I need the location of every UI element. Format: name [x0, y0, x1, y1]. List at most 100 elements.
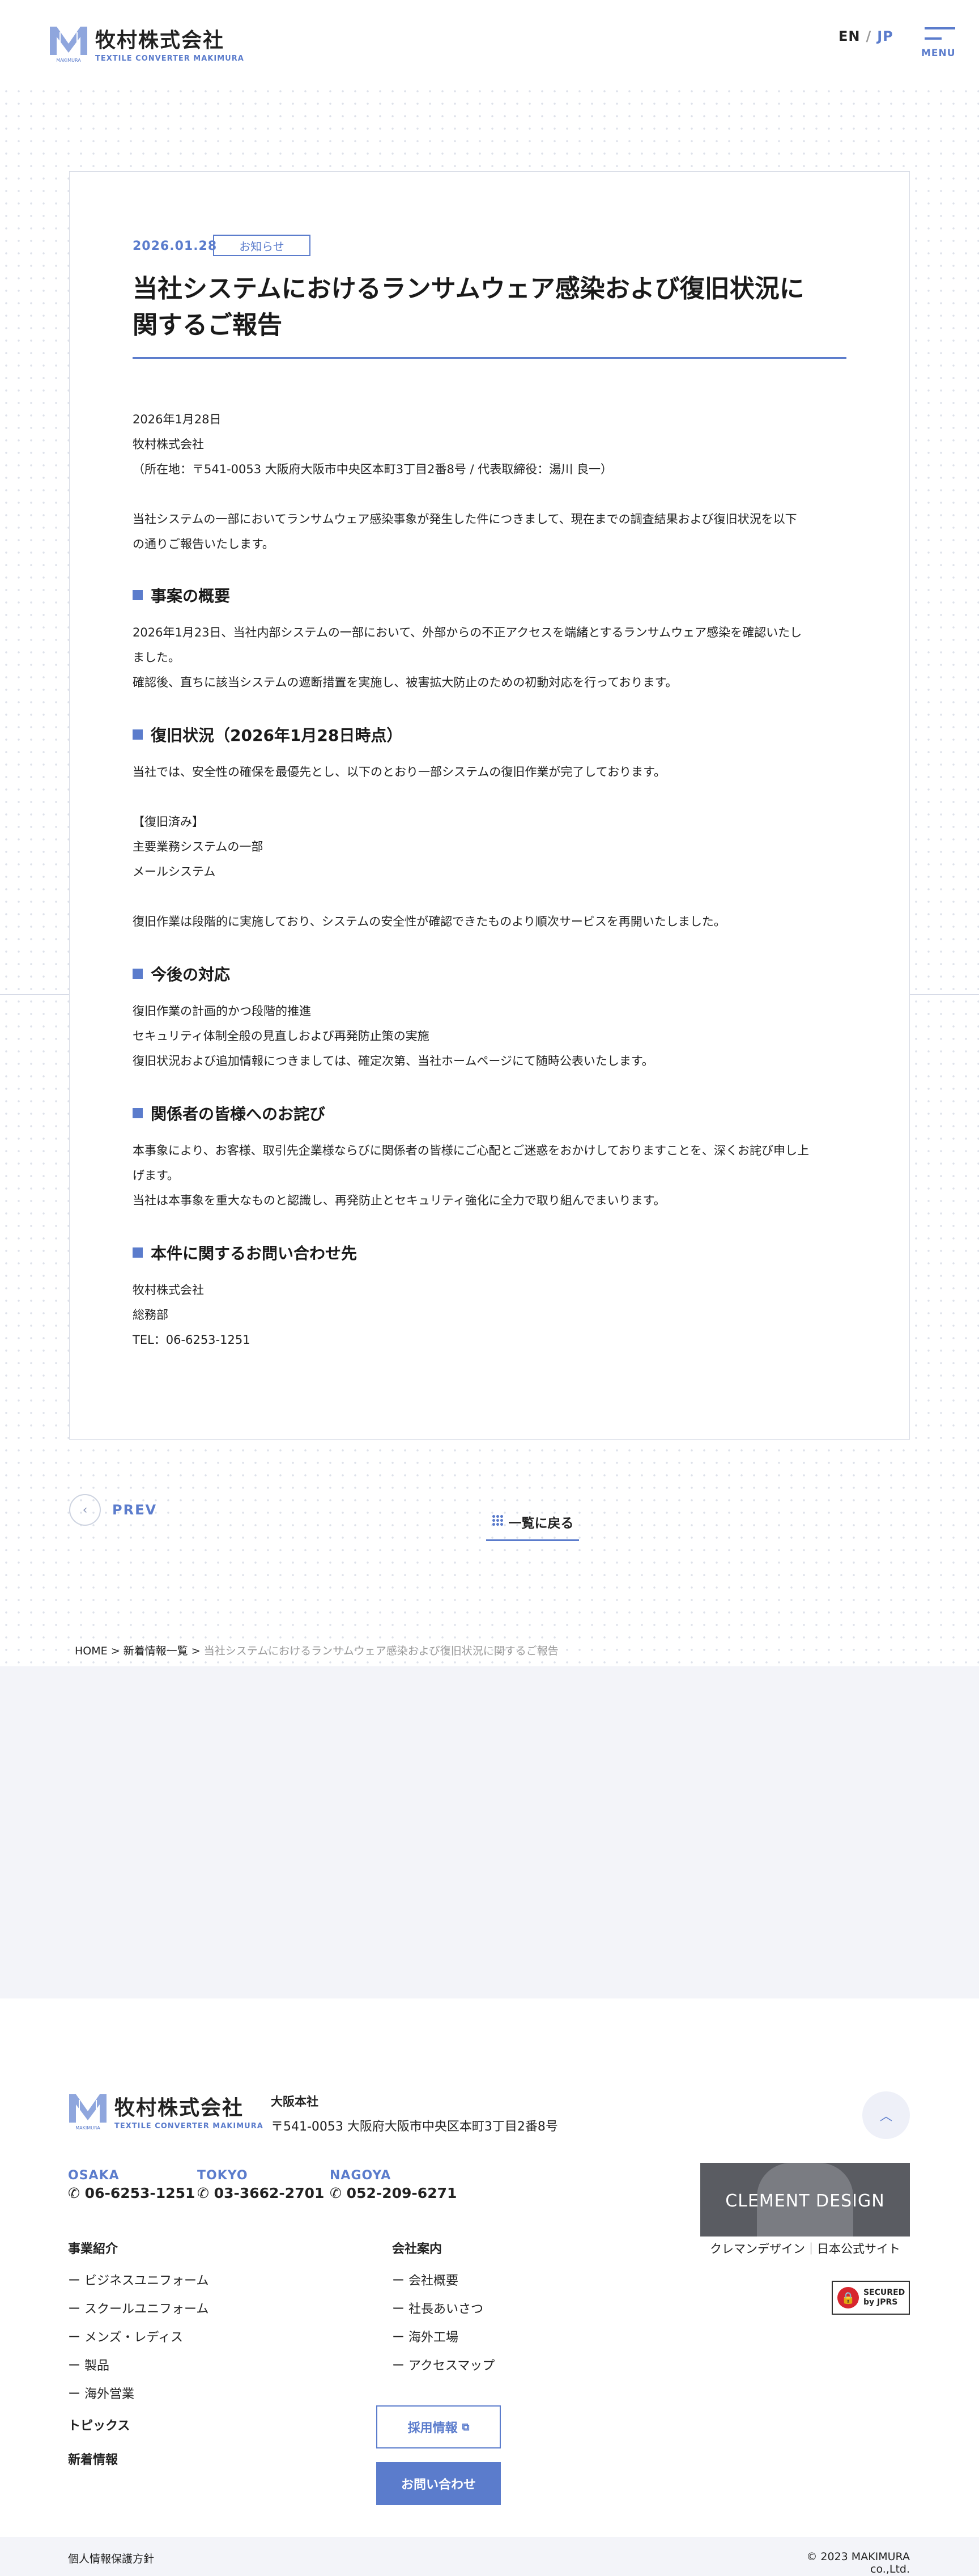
footer-company-heading[interactable]: 会社案内 — [392, 2239, 442, 2257]
text-line: メールシステム — [133, 865, 216, 879]
office-tokyo: TOKYO ✆ 03-3662-2701 — [197, 2168, 324, 2201]
text-line: 総務部 — [133, 1308, 168, 1322]
phone-number: 03-3662-2701 — [214, 2185, 325, 2201]
lang-en-link[interactable]: EN — [838, 28, 860, 44]
phone-icon: ✆ — [68, 2185, 80, 2201]
clement-design-banner[interactable]: CLEMENT DESIGN — [700, 2163, 910, 2237]
back-to-top-button[interactable]: ︿ — [862, 2091, 910, 2139]
logo-mark-text: MAKIMURA — [56, 58, 81, 63]
footer-link[interactable]: ー アクセスマップ — [392, 2356, 495, 2374]
footer-topics-link[interactable]: トピックス — [68, 2416, 130, 2434]
footer-link[interactable]: ー ビジネスユニフォーム — [68, 2271, 208, 2289]
menu-icon-line — [925, 37, 942, 40]
phone-icon: ✆ — [330, 2185, 342, 2201]
recruit-label: 採用情報 — [407, 2421, 458, 2435]
article-title-line: 当社システムにおけるランサムウェア感染および復旧状況に — [133, 274, 805, 303]
city-name: TOKYO — [197, 2168, 248, 2183]
article-title-line: 関するご報告 — [133, 311, 282, 339]
site-header: MAKIMURA 牧村株式会社 TEXTILE CONVERTER MAKIMU… — [0, 0, 979, 85]
footer-link[interactable]: ー メンズ・レディス — [68, 2327, 183, 2345]
footer-link[interactable]: ー 製品 — [68, 2356, 109, 2374]
text-line: TEL：06-6253-1251 — [133, 1333, 250, 1347]
privacy-policy-link[interactable]: 個人情報保護方針 — [68, 2550, 154, 2566]
issue-date: 2026年1月28日 — [133, 413, 222, 426]
apology-paragraph: 本事象により、お客様、取引先企業様ならびに関係者の皆様にご心配とご迷惑をおかけし… — [133, 1138, 846, 1213]
text-line: 【復旧済み】 — [133, 815, 204, 829]
text-line: 2026年1月23日、当社内部システムの一部において、外部からの不正アクセスを端… — [133, 626, 802, 639]
contact-button[interactable]: お問い合わせ — [376, 2462, 501, 2505]
footer-logo-subtitle: TEXTILE CONVERTER MAKIMURA — [114, 2122, 263, 2131]
footer-link[interactable]: ー 海外営業 — [68, 2384, 134, 2402]
language-switcher: EN / JP — [838, 28, 893, 44]
intro-paragraph: 当社システムの一部においてランサムウェア感染事象が発生した件につきまして、現在ま… — [133, 507, 846, 557]
chevron-left-icon: ‹ — [69, 1494, 101, 1526]
grid-icon — [491, 1514, 503, 1526]
menu-label: MENU — [921, 48, 956, 59]
makimura-logo-icon: MAKIMURA — [68, 2092, 108, 2131]
lang-jp-link[interactable]: JP — [877, 28, 893, 44]
article-meta: 2026年1月28日 牧村株式会社 （所在地：〒541-0053 大阪府大阪市中… — [133, 407, 846, 482]
copyright: © 2023 MAKIMURA co.,Ltd. — [806, 2550, 910, 2575]
prev-article-link[interactable]: ‹ PREV — [69, 1494, 157, 1526]
heading-square-icon — [133, 1108, 143, 1118]
menu-button[interactable]: MENU — [921, 25, 956, 65]
footer-link[interactable]: ー 会社概要 — [392, 2271, 458, 2289]
company-name: 牧村株式会社 — [133, 438, 204, 451]
clement-caption[interactable]: クレマンデザイン｜日本公式サイト — [700, 2240, 910, 2257]
footer-link[interactable]: ー 海外工場 — [392, 2327, 458, 2345]
heading-text: 本件に関するお問い合わせ先 — [151, 1244, 357, 1263]
phone-link[interactable]: ✆ 052-209-6271 — [330, 2185, 457, 2201]
title-underline — [133, 357, 846, 359]
breadcrumb-separator: > — [191, 1645, 201, 1657]
overview-paragraph: 2026年1月23日、当社内部システムの一部において、外部からの不正アクセスを端… — [133, 620, 846, 695]
office-nagoya: NAGOYA ✆ 052-209-6271 — [330, 2168, 457, 2201]
text-line: 復旧作業の計画的かつ段階的推進 — [133, 1004, 311, 1018]
footer-business-heading[interactable]: 事業紹介 — [68, 2239, 118, 2257]
company-address: （所在地：〒541-0053 大阪府大阪市中央区本町3丁目2番8号 / 代表取締… — [133, 462, 612, 476]
office-osaka: OSAKA ✆ 06-6253-1251 — [68, 2168, 195, 2201]
next-steps-paragraph: 復旧作業の計画的かつ段階的推進 セキュリティ体制全般の見直しおよび再発防止策の実… — [133, 999, 846, 1073]
category-badge[interactable]: お知らせ — [213, 235, 310, 256]
phone-link[interactable]: ✆ 06-6253-1251 — [68, 2185, 195, 2201]
phone-link[interactable]: ✆ 03-3662-2701 — [197, 2185, 324, 2201]
breadcrumb-news[interactable]: 新着情報一覧 — [124, 1645, 188, 1657]
chevron-up-icon: ︿ — [879, 2110, 892, 2124]
logo-title: 牧村株式会社 — [95, 29, 225, 52]
heading-square-icon — [133, 969, 143, 979]
city-name: NAGOYA — [330, 2168, 391, 2183]
text-line: セキュリティ体制全般の見直しおよび再発防止策の実施 — [133, 1029, 429, 1043]
footer-logo[interactable]: MAKIMURA 牧村株式会社 TEXTILE CONVERTER MAKIMU… — [68, 2091, 263, 2131]
office-address: 〒541-0053 大阪府大阪市中央区本町3丁目2番8号 — [271, 2120, 558, 2134]
footer-logo-title: 牧村株式会社 — [114, 2097, 244, 2120]
section-heading-overview: 事案の概要 — [133, 584, 230, 606]
breadcrumb-home[interactable]: HOME — [75, 1645, 108, 1657]
breadcrumb: HOME > 新着情報一覧 > 当社システムにおけるランサムウェア感染および復旧… — [75, 1643, 559, 1658]
text-line: の通りご報告いたします。 — [133, 537, 274, 551]
section-heading-recovery: 復旧状況（2026年1月28日時点） — [133, 723, 402, 746]
menu-icon-line — [925, 27, 955, 29]
footer-link[interactable]: ー スクールユニフォーム — [68, 2299, 208, 2317]
text-line: 復旧作業は段階的に実施しており、システムの安全性が確認できたものより順次サービス… — [133, 915, 726, 928]
clement-banner-text: CLEMENT DESIGN — [725, 2191, 885, 2211]
heading-text: 復旧状況（2026年1月28日時点） — [151, 726, 403, 745]
site-logo[interactable]: MAKIMURA 牧村株式会社 TEXTILE CONVERTER MAKIMU… — [49, 24, 244, 63]
text-line: 主要業務システムの一部 — [133, 840, 263, 854]
makimura-logo-icon: MAKIMURA — [49, 24, 88, 63]
text-line: 本事象により、お客様、取引先企業様ならびに関係者の皆様にご心配とご迷惑をおかけし… — [133, 1144, 810, 1157]
text-line: 当社では、安全性の確保を最優先とし、以下のとおり一部システムの復旧作業が完了して… — [133, 765, 666, 779]
city-name: OSAKA — [68, 2168, 120, 2183]
recovery-paragraph: 当社では、安全性の確保を最優先とし、以下のとおり一部システムの復旧作業が完了して… — [133, 759, 846, 934]
heading-text: 関係者の皆様へのお詫び — [151, 1105, 326, 1123]
back-to-list-link[interactable]: 一覧に戻る — [486, 1512, 579, 1541]
jprs-seal[interactable]: 🔒 SECURED by JPRS — [832, 2281, 910, 2315]
office-title: 大阪本社 — [271, 2095, 318, 2108]
phone-icon: ✆ — [197, 2185, 209, 2201]
footer-news-link[interactable]: 新着情報 — [68, 2450, 118, 2468]
recruit-button[interactable]: 採用情報 ⧉ — [376, 2405, 501, 2448]
footer-link[interactable]: ー 社長あいさつ — [392, 2299, 483, 2317]
contact-label: お問い合わせ — [401, 2478, 476, 2492]
heading-text: 事案の概要 — [151, 587, 231, 605]
seal-text: by JPRS — [863, 2298, 898, 2307]
lock-icon: 🔒 — [837, 2287, 859, 2308]
article-date: 2026.01.28 — [133, 239, 218, 253]
